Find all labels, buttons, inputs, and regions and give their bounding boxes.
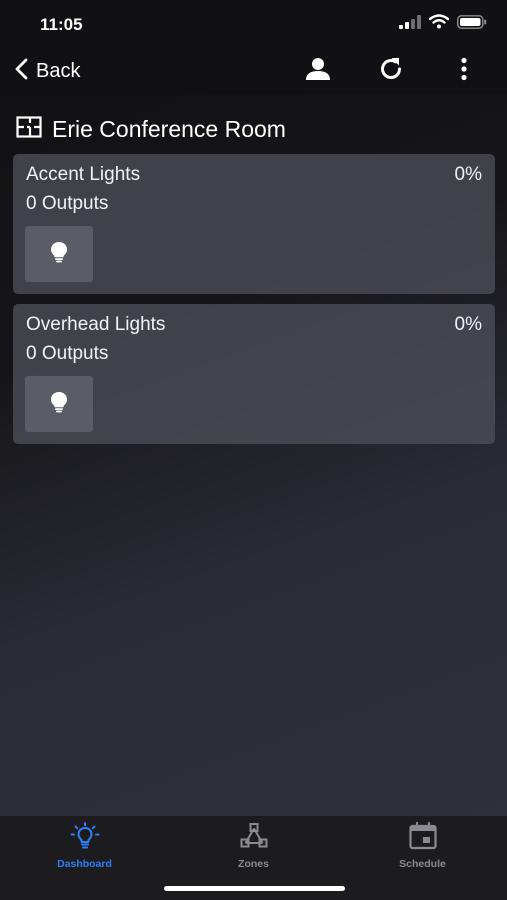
back-label: Back (36, 59, 81, 82)
home-indicator[interactable] (164, 886, 345, 891)
zone-card-accent-lights[interactable]: Accent Lights 0% 0 Outputs (13, 154, 495, 294)
zone-name: Accent Lights (26, 164, 141, 185)
user-icon (305, 57, 331, 86)
nav-bar: Back (0, 48, 507, 94)
lightbulb-icon (50, 241, 68, 268)
tab-dashboard[interactable]: Dashboard (0, 822, 169, 872)
user-button[interactable] (303, 56, 333, 86)
floorplan-icon (16, 115, 42, 143)
status-bar: 11:05 (0, 0, 507, 48)
tab-schedule[interactable]: Schedule (338, 821, 507, 872)
zone-card-overhead-lights[interactable]: Overhead Lights 0% 0 Outputs (13, 304, 495, 444)
tab-label: Dashboard (57, 858, 112, 870)
zone-name: Overhead Lights (26, 314, 166, 335)
light-toggle-button[interactable] (25, 226, 93, 282)
battery-icon (457, 14, 487, 34)
zone-level: 0% (454, 164, 482, 185)
more-vertical-icon (460, 57, 468, 86)
zone-level: 0% (454, 314, 482, 335)
more-options-button[interactable] (449, 56, 479, 86)
wifi-icon (428, 14, 450, 34)
page-title: Erie Conference Room (52, 115, 286, 142)
signal-icon (399, 14, 421, 34)
tab-label: Schedule (399, 858, 446, 870)
refresh-button[interactable] (376, 56, 406, 86)
zone-outputs: 0 Outputs (26, 343, 109, 364)
zone-outputs: 0 Outputs (26, 193, 109, 214)
chevron-left-icon (14, 58, 28, 85)
light-toggle-button[interactable] (25, 376, 93, 432)
status-icons (399, 14, 487, 34)
room-header: Erie Conference Room (16, 112, 286, 146)
refresh-icon (378, 56, 404, 87)
lightbulb-outline-icon (67, 822, 103, 855)
calendar-icon (407, 821, 439, 855)
lightbulb-icon (50, 391, 68, 418)
tab-label: Zones (238, 858, 269, 870)
back-button[interactable]: Back (14, 56, 80, 86)
zones-network-icon (237, 822, 271, 855)
status-time: 11:05 (40, 15, 83, 34)
tab-zones[interactable]: Zones (169, 822, 338, 872)
